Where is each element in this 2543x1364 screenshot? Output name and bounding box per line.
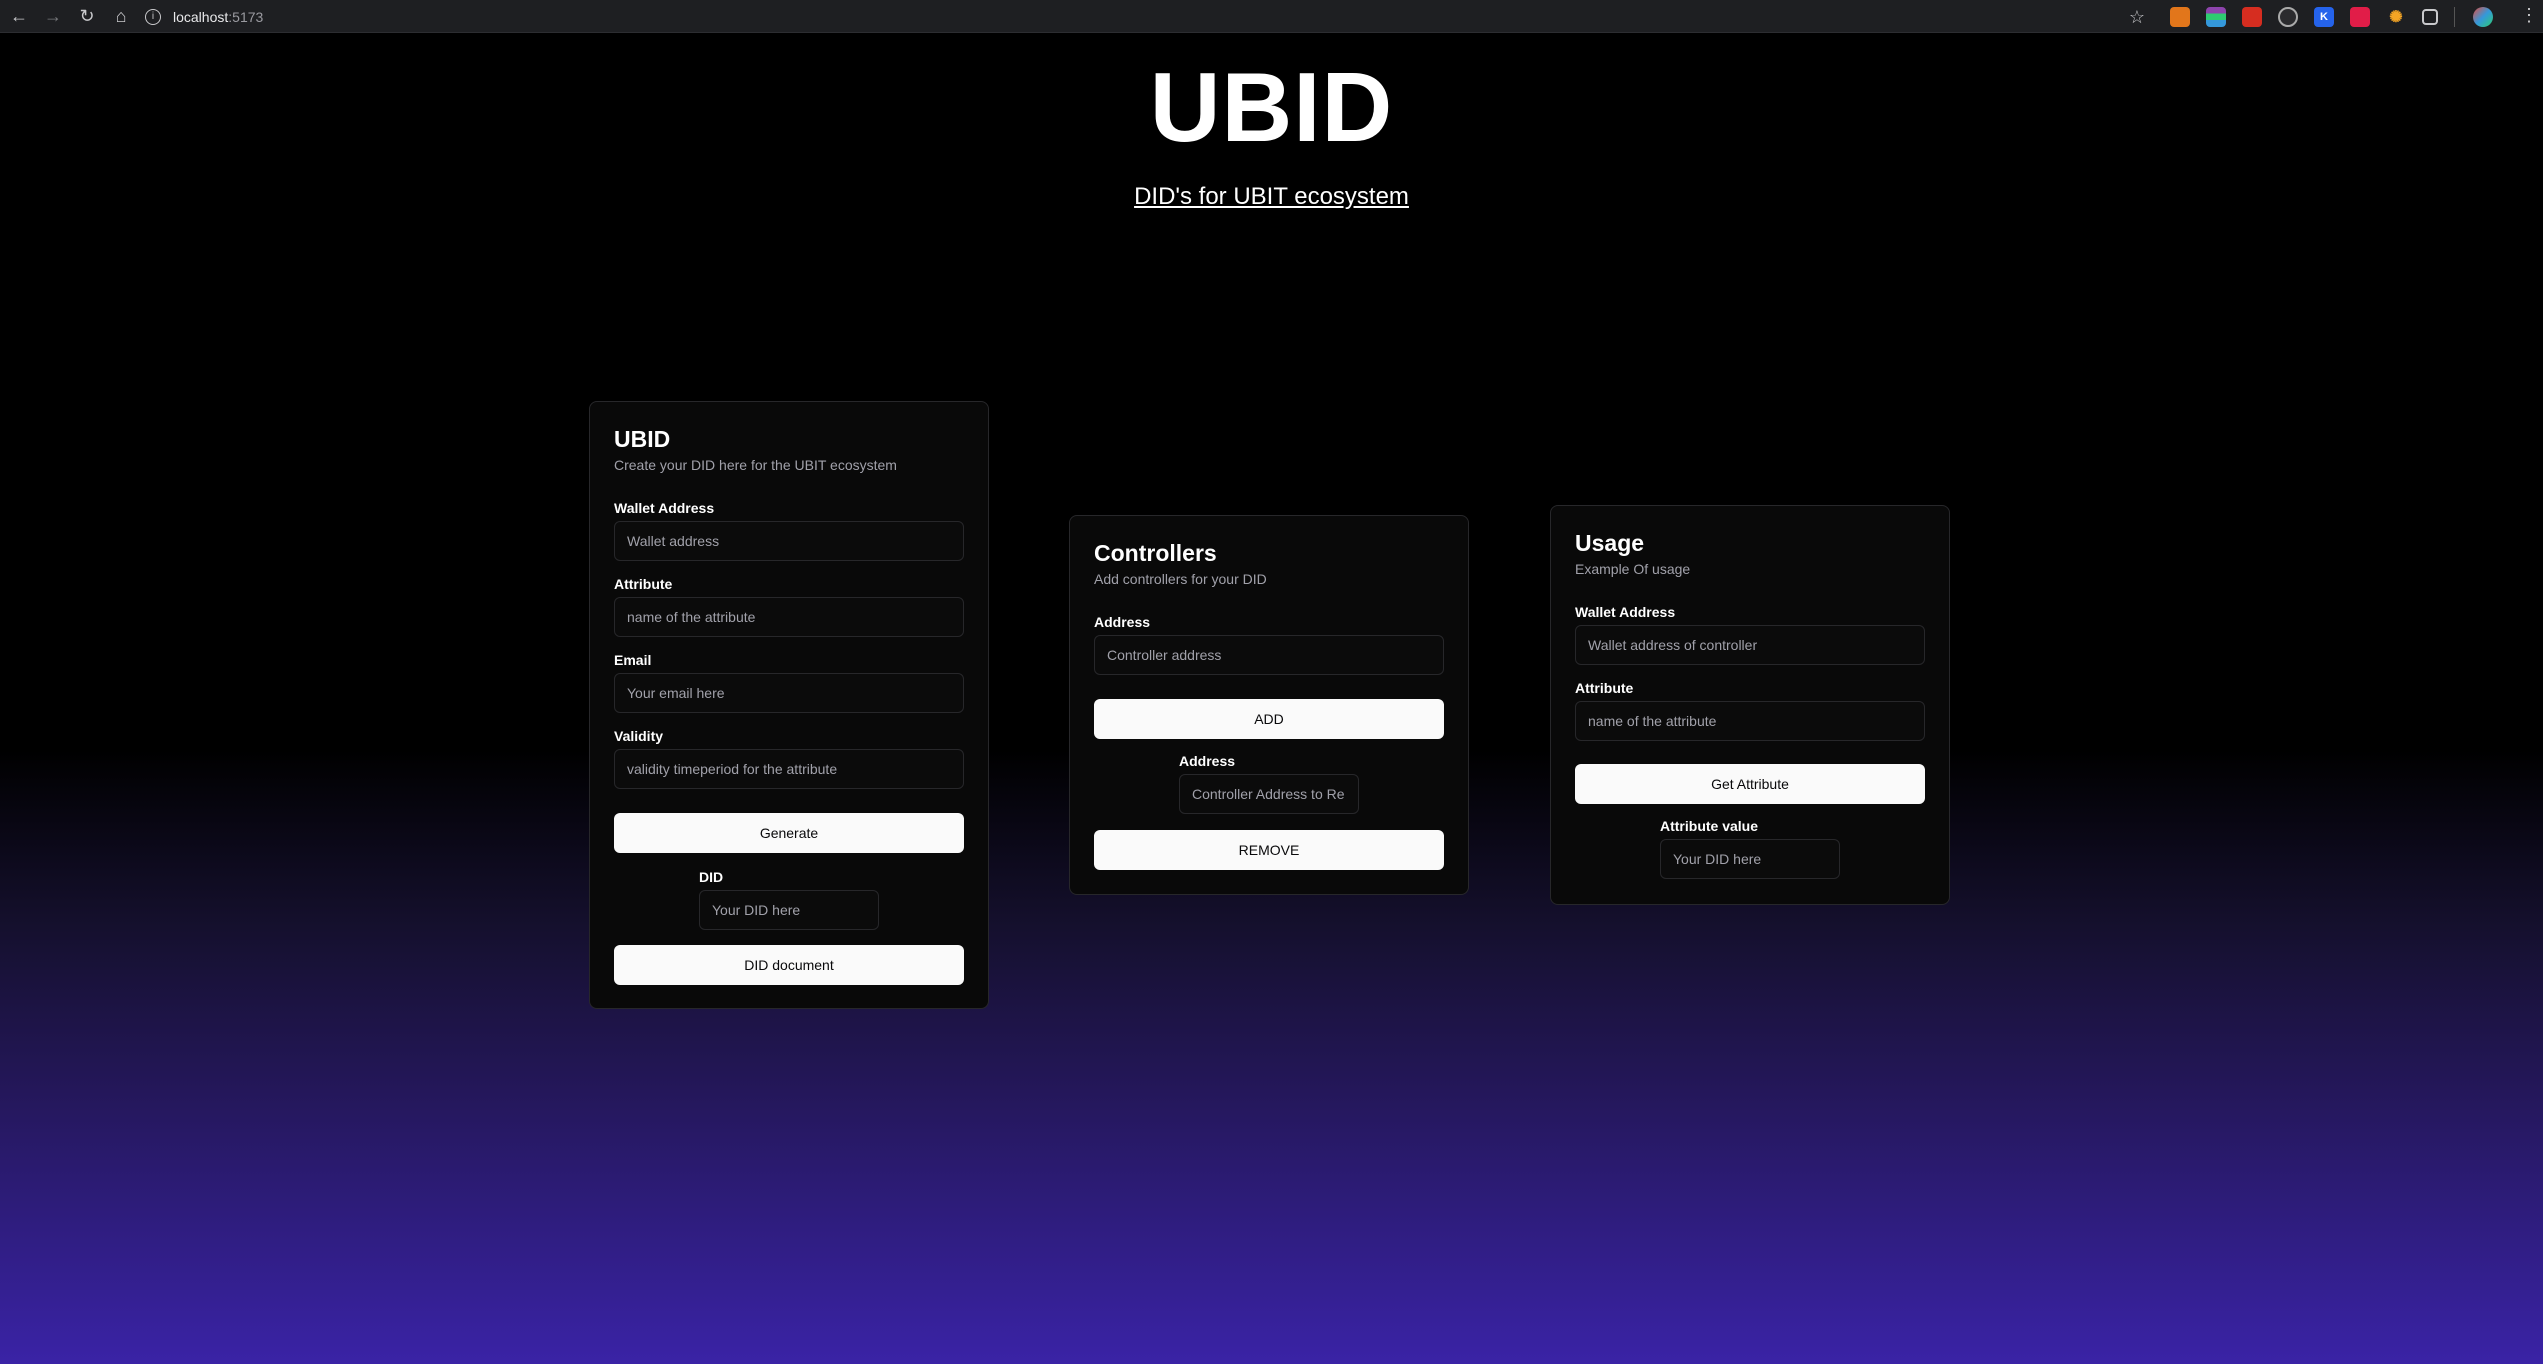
browser-toolbar: ← → ↻ ⌂ i localhost:5173 ☆ K ✺ ⋮ [0, 0, 2543, 33]
usage-card: Usage Example Of usage Wallet Address At… [1550, 505, 1950, 905]
card-title: UBID [614, 426, 671, 452]
attribute-input[interactable] [614, 597, 964, 637]
forward-icon[interactable]: → [38, 1, 68, 31]
did-label: DID [699, 869, 724, 885]
url-host: localhost [173, 8, 229, 25]
card-title: Usage [1575, 530, 1645, 556]
wallet-address-label: Wallet Address [614, 500, 715, 516]
validity-label: Validity [614, 728, 664, 744]
address-bar[interactable]: i localhost:5173 [145, 4, 2145, 29]
url-port: :5173 [228, 8, 264, 25]
controllers-card: Controllers Add controllers for your DID… [1069, 515, 1469, 895]
hero-subtitle-link[interactable]: DID's for UBIT ecosystem [0, 182, 2543, 212]
k-extension-icon[interactable]: K [2314, 7, 2334, 27]
red-pen-extension-icon[interactable] [2242, 7, 2262, 27]
card-description: Create your DID here for the UBIT ecosys… [614, 457, 897, 473]
usage-wallet-label: Wallet Address [1575, 604, 1676, 620]
email-input[interactable] [614, 673, 964, 713]
email-label: Email [614, 652, 652, 668]
get-attribute-button[interactable]: Get Attribute [1575, 764, 1925, 804]
add-controller-button[interactable]: ADD [1094, 699, 1444, 739]
usage-attribute-label: Attribute [1575, 680, 1634, 696]
card-description: Add controllers for your DID [1094, 571, 1267, 587]
remove-address-label: Address [1179, 753, 1236, 769]
toolbar-divider [2454, 7, 2459, 27]
remove-controller-address-input[interactable] [1179, 774, 1359, 814]
site-info-icon[interactable]: i [145, 8, 161, 25]
card-title: Controllers [1094, 540, 1217, 566]
usage-wallet-input[interactable] [1575, 625, 1925, 665]
did-document-button[interactable]: DID document [614, 945, 964, 985]
profile-avatar[interactable] [2473, 7, 2493, 27]
colorful-extension-icon[interactable] [2206, 7, 2226, 27]
attribute-label: Attribute [614, 576, 673, 592]
validity-input[interactable] [614, 749, 964, 789]
create-did-card: UBID Create your DID here for the UBIT e… [589, 401, 989, 1009]
browser-menu-icon[interactable]: ⋮ [2520, 5, 2538, 26]
puzzle-color-extension-icon[interactable]: ✺ [2386, 7, 2406, 27]
usage-attribute-input[interactable] [1575, 701, 1925, 741]
reload-icon[interactable]: ↻ [72, 1, 102, 31]
bookmark-star-icon[interactable]: ☆ [2124, 4, 2150, 30]
extensions-puzzle-icon[interactable] [2422, 9, 2438, 25]
home-icon[interactable]: ⌂ [106, 1, 136, 31]
hero-title: UBID [1149, 52, 1394, 162]
gray-extension-icon[interactable] [2278, 7, 2298, 27]
card-description: Example Of usage [1575, 561, 1691, 577]
attribute-value-field[interactable] [1660, 839, 1840, 879]
wallet-address-input[interactable] [614, 521, 964, 561]
extensions-row: K ✺ [2170, 6, 2509, 28]
controller-address-input[interactable] [1094, 635, 1444, 675]
generate-button[interactable]: Generate [614, 813, 964, 853]
remove-controller-button[interactable]: REMOVE [1094, 830, 1444, 870]
pocket-extension-icon[interactable] [2350, 7, 2370, 27]
controller-address-label: Address [1094, 614, 1151, 630]
attribute-value-label: Attribute value [1660, 818, 1759, 834]
metamask-extension-icon[interactable] [2170, 7, 2190, 27]
back-icon[interactable]: ← [4, 1, 34, 31]
did-output-field[interactable] [699, 890, 879, 930]
